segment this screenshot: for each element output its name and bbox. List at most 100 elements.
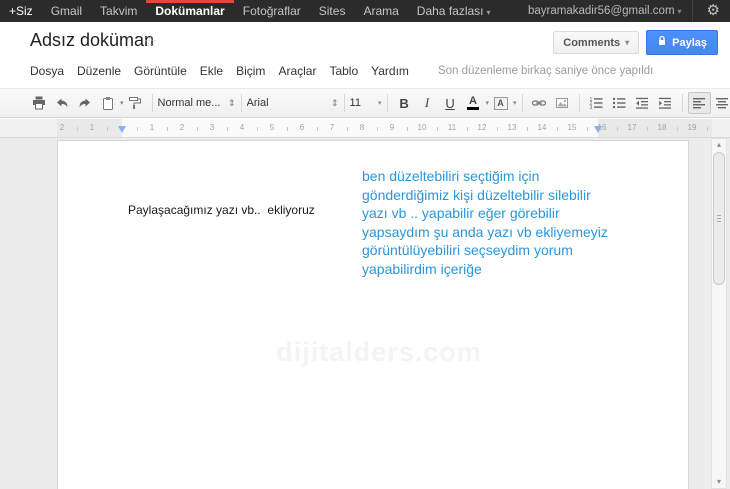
topbar-item-more[interactable]: Daha fazlası ▾	[408, 0, 500, 22]
ruler-tick	[227, 127, 228, 131]
account-menu[interactable]: bayramakadir56@gmail.com ▾	[528, 5, 682, 17]
insert-link-button[interactable]	[528, 92, 551, 114]
font-size-value: 11	[349, 97, 361, 109]
topbar-more-label: Daha fazlası	[416, 4, 484, 18]
ruler-number: 4	[239, 123, 245, 132]
menu-duzenle[interactable]: Düzenle	[77, 64, 121, 78]
ruler-number: 14	[537, 123, 547, 132]
share-button[interactable]: Paylaş	[646, 30, 718, 55]
scrollbar-thumb[interactable]	[713, 152, 725, 285]
ruler-tick	[257, 127, 258, 131]
font-value: Arial	[246, 97, 269, 109]
ruler-number: 6	[299, 123, 305, 132]
ruler-tick	[107, 127, 108, 131]
align-center-button[interactable]	[711, 92, 730, 114]
redo-button[interactable]	[73, 92, 96, 114]
ruler-track[interactable]: 2 1 1 2 3 4 5 6 7 8 9 10 11 12 13 14 15 16 17 18 19	[57, 119, 712, 137]
menu-bicim[interactable]: Biçim	[236, 64, 265, 78]
topbar-item-arama[interactable]: Arama	[354, 0, 407, 22]
ruler-number: 19	[687, 123, 697, 132]
share-label: Paylaş	[672, 36, 707, 49]
scroll-down-arrow-icon[interactable]: ▾	[712, 477, 726, 486]
topbar-item-fotograflar[interactable]: Fotoğraflar	[234, 0, 310, 22]
increase-indent-button[interactable]	[654, 92, 677, 114]
ruler-number: 10	[417, 123, 427, 132]
ruler-tick	[617, 127, 618, 131]
menu-araclar[interactable]: Araçlar	[278, 64, 316, 78]
styles-dropdown[interactable]: Normal me... ⇕	[158, 92, 236, 114]
account-email: bayramakadir56@gmail.com	[527, 5, 675, 17]
underline-button[interactable]: U	[439, 92, 462, 114]
updown-icon: ⇕	[330, 97, 339, 108]
topbar-item-dokumanlar[interactable]: Dokümanlar	[146, 0, 233, 22]
header-buttons: Comments ▾ Paylaş	[553, 30, 718, 55]
menu-ekle[interactable]: Ekle	[200, 64, 223, 78]
toolbar-divider	[343, 94, 345, 112]
left-indent-marker[interactable]	[118, 126, 126, 133]
topbar-item-takvim[interactable]: Takvim	[91, 0, 146, 22]
undo-button[interactable]	[50, 92, 73, 114]
paste-button[interactable]	[96, 92, 119, 114]
svg-text:3: 3	[590, 105, 593, 111]
ruler-number: 12	[477, 123, 487, 132]
ruler-tick	[587, 127, 588, 131]
document-canvas: Paylaşacağımız yazı vb.. ekliyoruz ben d…	[0, 138, 730, 489]
ruler-tick	[647, 127, 648, 131]
vertical-scrollbar[interactable]: ▴ ▾	[711, 138, 727, 489]
updown-icon: ⇕	[227, 97, 236, 108]
ruler-tick	[347, 127, 348, 131]
highlight-color-caret[interactable]: ▾	[513, 99, 517, 107]
font-size-dropdown[interactable]: 11 ▾	[350, 92, 382, 114]
insert-image-button[interactable]	[551, 92, 574, 114]
star-icon[interactable]: ☆	[144, 33, 157, 51]
toolbar-divider	[386, 94, 388, 112]
ruler-number: 2	[179, 123, 185, 132]
ruler-tick	[497, 127, 498, 131]
topbar-item-sites[interactable]: Sites	[310, 0, 355, 22]
topbar-item-gmail[interactable]: Gmail	[42, 0, 91, 22]
google-topbar: +Siz Gmail Takvim Dokümanlar Fotoğraflar…	[0, 0, 730, 22]
watermark: dijitalders.com	[204, 337, 554, 368]
ruler-number: 5	[269, 123, 275, 132]
toolbar-divider	[240, 94, 242, 112]
topbar-item-siz[interactable]: +Siz	[0, 0, 42, 22]
menubar: Dosya Düzenle Görüntüle Ekle Biçim Araçl…	[30, 64, 653, 78]
ruler: 2 1 1 2 3 4 5 6 7 8 9 10 11 12 13 14 15 16 17 18 19	[0, 119, 730, 138]
chevron-down-icon: ▾	[378, 100, 382, 107]
ruler-number: 1	[89, 123, 95, 132]
ruler-tick	[677, 127, 678, 131]
ruler-number: 11	[447, 123, 457, 132]
ruler-number: 2	[59, 123, 65, 132]
menu-goruntule[interactable]: Görüntüle	[134, 64, 187, 78]
bold-button[interactable]: B	[393, 92, 416, 114]
menu-tablo[interactable]: Tablo	[329, 64, 358, 78]
highlight-color-button[interactable]: A	[489, 92, 512, 114]
paint-format-button[interactable]	[124, 92, 147, 114]
ruler-number: 18	[657, 123, 667, 132]
document-title[interactable]: Adsız doküman	[30, 30, 154, 51]
ruler-tick	[137, 127, 138, 131]
ruler-tick	[527, 127, 528, 131]
ruler-number: 1	[149, 123, 155, 132]
current-text-color	[467, 107, 480, 110]
italic-button[interactable]: I	[416, 92, 439, 114]
scrollbar-grip	[717, 214, 721, 222]
print-button[interactable]	[27, 92, 50, 114]
font-dropdown[interactable]: Arial ⇕	[247, 92, 339, 114]
scroll-up-arrow-icon[interactable]: ▴	[712, 139, 726, 151]
numbered-list-button[interactable]: 123	[585, 92, 608, 114]
align-left-button[interactable]	[687, 92, 711, 114]
document-page[interactable]: Paylaşacağımız yazı vb.. ekliyoruz ben d…	[57, 140, 689, 489]
ruler-tick	[197, 127, 198, 131]
gear-icon[interactable]: ⚙	[701, 0, 726, 22]
bulleted-list-button[interactable]	[608, 92, 631, 114]
menu-yardim[interactable]: Yardım	[371, 64, 409, 78]
ruler-tick	[707, 127, 708, 131]
lock-icon	[657, 35, 667, 50]
menu-dosya[interactable]: Dosya	[30, 64, 64, 78]
decrease-indent-button[interactable]	[631, 92, 654, 114]
comments-button[interactable]: Comments ▾	[553, 31, 640, 54]
ruler-tick	[167, 127, 168, 131]
google-docs-app: +Siz Gmail Takvim Dokümanlar Fotoğraflar…	[0, 0, 730, 489]
text-color-button[interactable]: A	[462, 92, 485, 114]
